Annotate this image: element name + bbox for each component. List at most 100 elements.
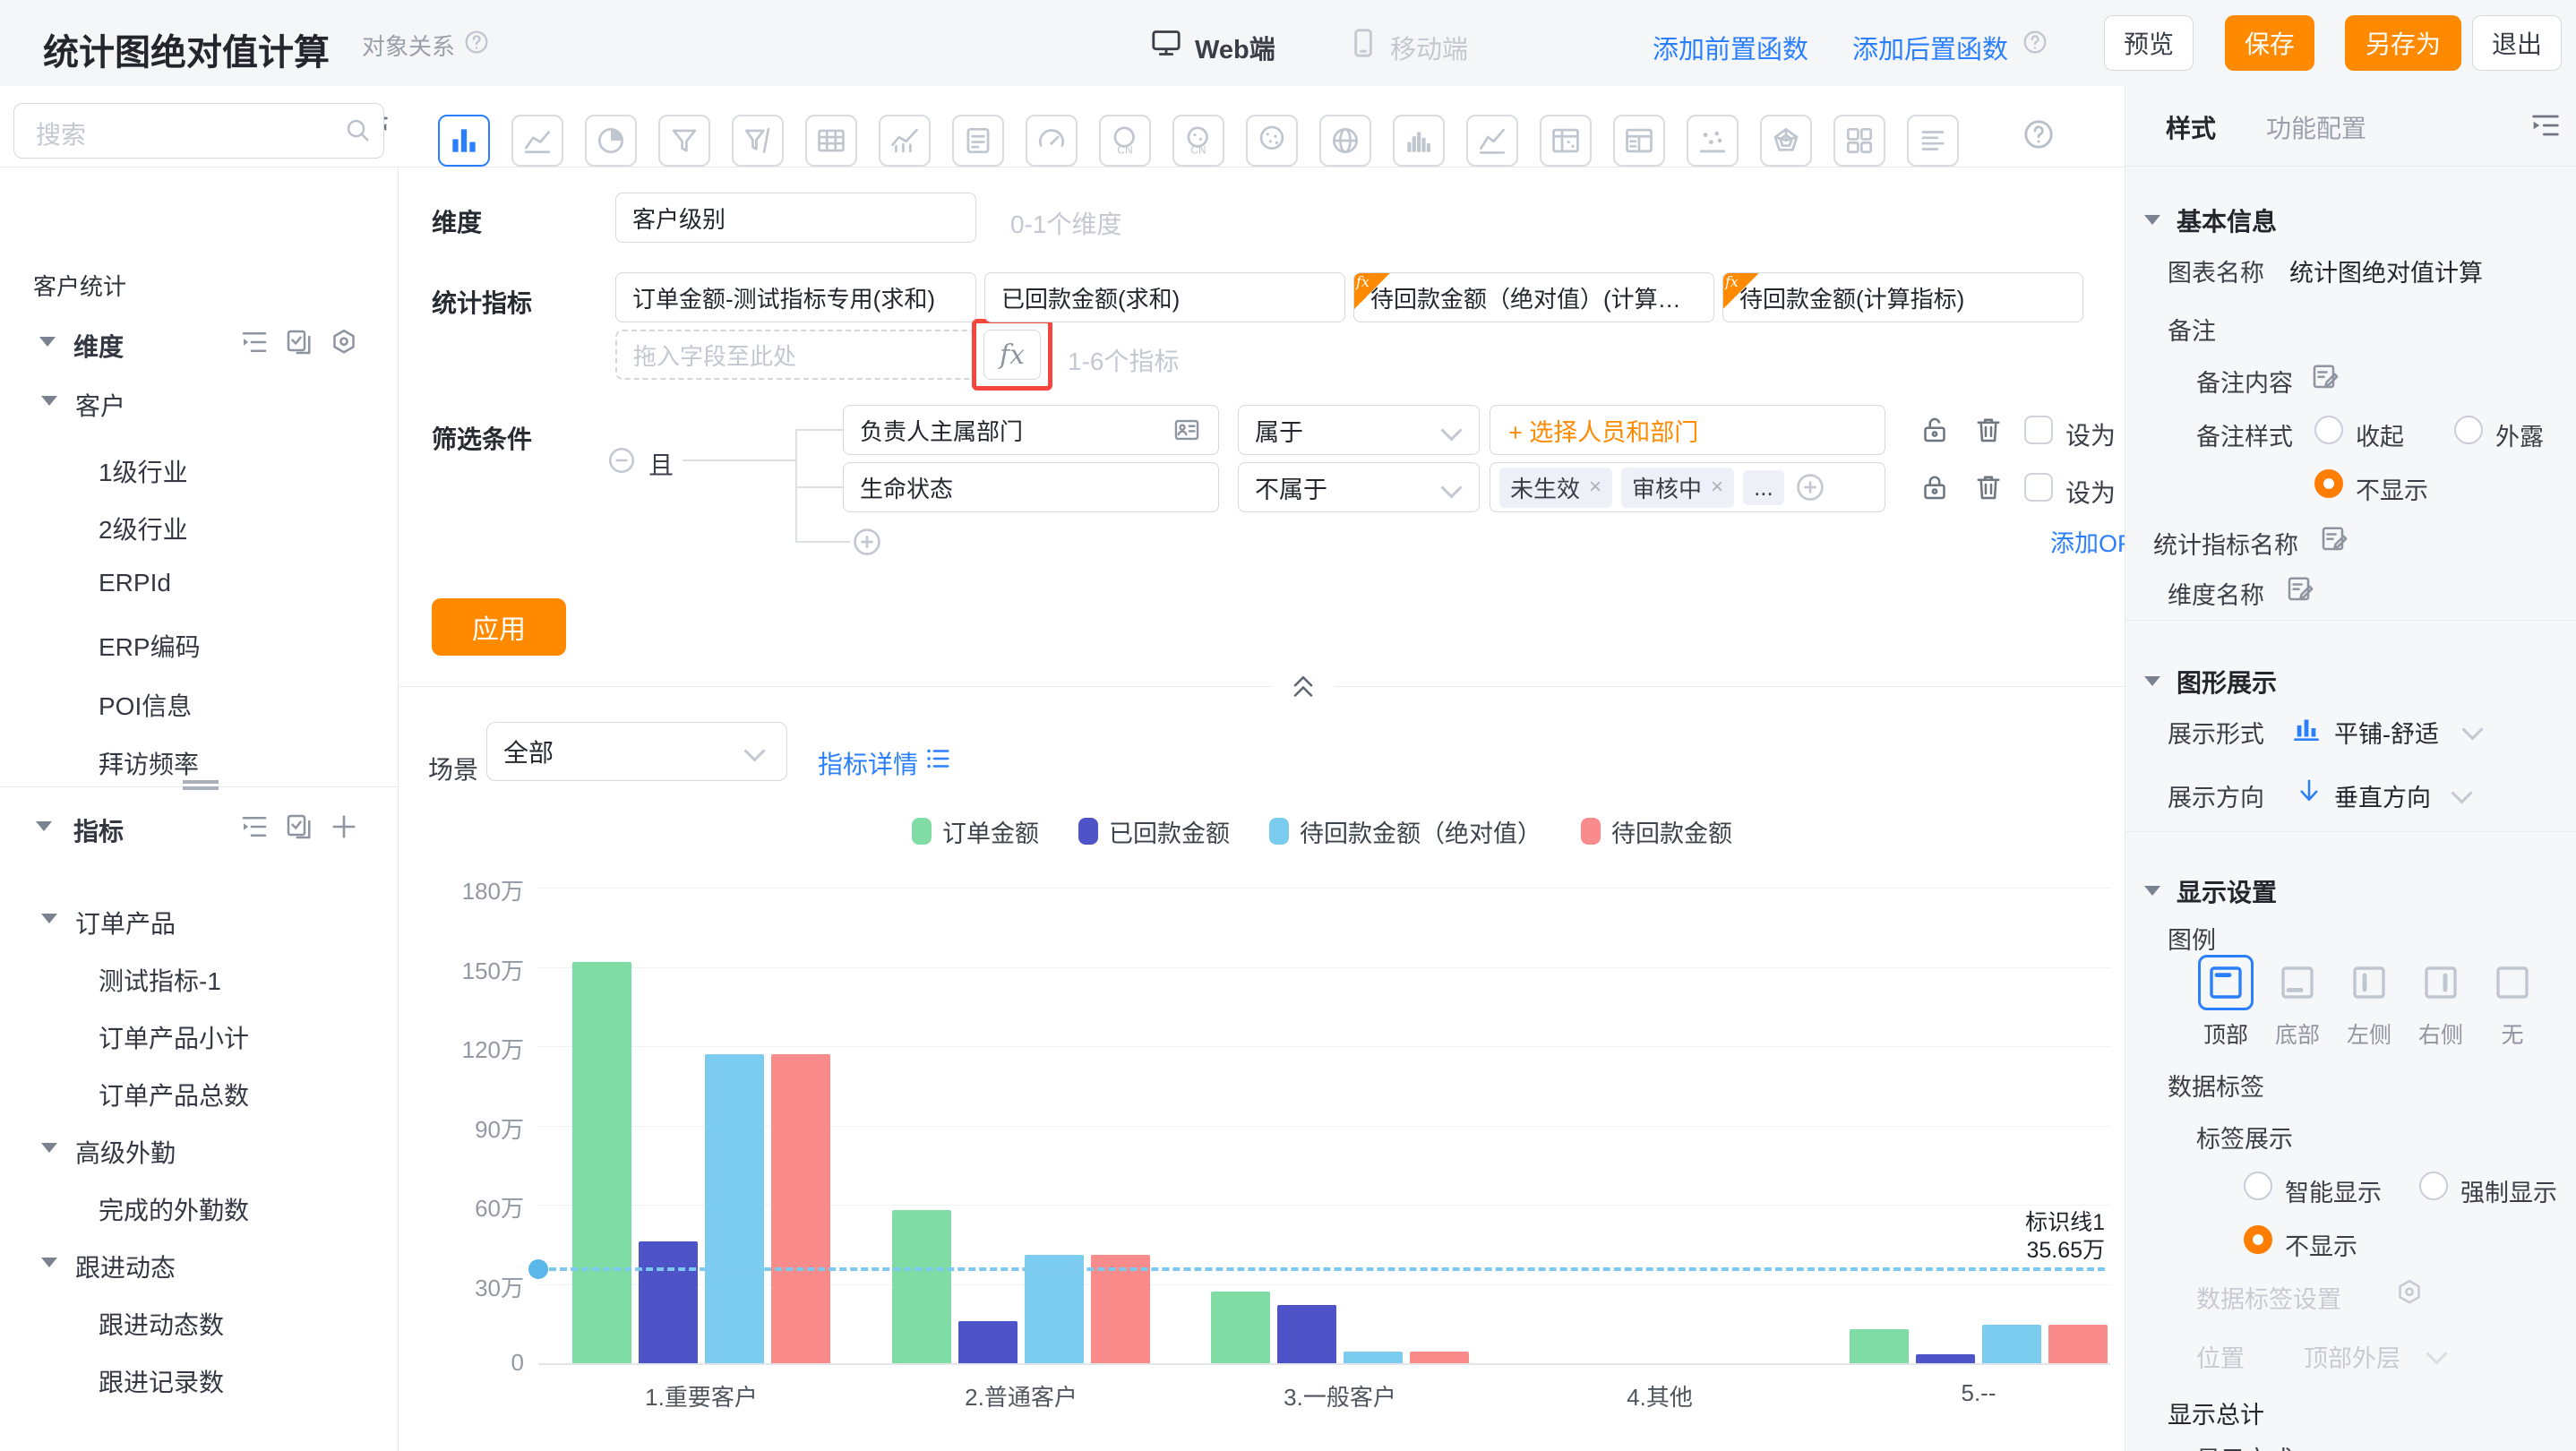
drag-handle[interactable] (183, 780, 219, 790)
tree-caret-icon[interactable] (41, 1143, 57, 1153)
filter-lock-icon[interactable] (1919, 471, 1951, 503)
web-view-toggle[interactable]: Web端 (1195, 29, 1275, 66)
tree-field-item[interactable]: 完成的外勤数 (99, 1191, 249, 1227)
legend-item[interactable]: 订单金额 (912, 814, 1039, 849)
tree-field-item[interactable]: POI信息 (99, 687, 192, 723)
chart-type-histogram-icon[interactable] (1393, 115, 1445, 167)
add-tag-icon[interactable] (1793, 470, 1827, 504)
legend-pos-顶部[interactable] (2198, 955, 2254, 1010)
bar-订单金额[interactable] (892, 1210, 951, 1363)
marker-line[interactable] (538, 1267, 2105, 1271)
display-form-value[interactable]: 平铺-舒适 (2334, 715, 2439, 750)
filter-value[interactable]: 未生效×审核中×... (1490, 462, 1885, 512)
settings-icon[interactable] (328, 326, 360, 358)
chart-type-area-chart-icon[interactable] (1466, 115, 1518, 167)
metric-chip[interactable]: 待回款金额（绝对值）(计算…fx (1353, 272, 1714, 322)
filter-delete-icon[interactable] (1972, 414, 2005, 446)
filter-delete-icon[interactable] (1972, 471, 2005, 503)
tree-caret-icon[interactable] (41, 914, 57, 923)
legend-pos-右侧[interactable] (2419, 961, 2462, 1004)
mobile-view-toggle[interactable]: 移动端 (1390, 29, 1468, 66)
metric-detail-icon[interactable] (923, 743, 953, 774)
bar-待回款金额[interactable] (2048, 1325, 2108, 1363)
filter-operator-select[interactable]: 属于 (1238, 405, 1480, 455)
metric-chip[interactable]: 订单金额-测试指标专用(求和) (615, 272, 976, 322)
tree-group-维度[interactable]: 维度 (73, 328, 124, 364)
chart-type-scatter-icon[interactable] (1687, 115, 1739, 167)
tree-field-item[interactable]: 2级行业 (99, 511, 188, 546)
tree-indent-icon[interactable] (238, 326, 270, 358)
legend-item[interactable]: 已回款金额 (1078, 814, 1230, 849)
chart-type-funnel-compare-icon[interactable] (732, 115, 784, 167)
panel-tab-style[interactable]: 样式 (2166, 109, 2216, 145)
tree-field-item[interactable]: ERP编码 (99, 628, 201, 664)
tree-caret-icon[interactable] (41, 396, 57, 406)
note-style-radio-收起[interactable] (2314, 416, 2343, 444)
chart-type-bar-chart-icon[interactable] (438, 115, 490, 167)
tree-field-item[interactable]: 测试指标-1 (99, 962, 221, 998)
bar-已回款金额[interactable] (958, 1321, 1018, 1363)
bar-已回款金额[interactable] (1277, 1305, 1336, 1363)
chart-type-list-view-icon[interactable] (1907, 115, 1959, 167)
metric-detail-link[interactable]: 指标详情 (818, 745, 918, 781)
metric-chip[interactable]: 已回款金额(求和) (984, 272, 1345, 322)
legend-item[interactable]: 待回款金额 (1581, 814, 1732, 849)
bar-已回款金额[interactable] (1916, 1354, 1975, 1363)
org-picker-icon[interactable] (1172, 415, 1202, 445)
tree-caret-icon[interactable] (39, 337, 56, 347)
filter-field[interactable]: 生命状态 (843, 462, 1219, 512)
metric-chip[interactable]: 待回款金额(计算指标)fx (1722, 272, 2083, 322)
remove-tag-icon[interactable]: × (1711, 475, 1723, 500)
chart-type-table-split-icon[interactable] (1613, 115, 1665, 167)
panel-tab-function[interactable]: 功能配置 (2266, 109, 2366, 145)
apply-button[interactable]: 应用 (432, 598, 566, 656)
label-display-radio-智能显示[interactable] (2244, 1172, 2272, 1200)
tree-field-item[interactable]: 跟进记录数 (99, 1363, 224, 1399)
note-style-radio-不显示[interactable] (2314, 469, 2343, 498)
chart-type-report-icon[interactable] (952, 115, 1004, 167)
help-icon[interactable] (462, 28, 491, 56)
dimension-chip[interactable]: 客户级别 (615, 193, 976, 243)
metric-drop-zone[interactable]: 拖入字段至此处 (615, 330, 976, 380)
chart-type-line-chart-icon[interactable] (511, 115, 563, 167)
tree-field-item[interactable]: 订单产品小计 (99, 1019, 249, 1055)
add-or-link[interactable]: 添加OR (2050, 524, 2135, 559)
more-tags-chip[interactable]: ... (1743, 470, 1784, 505)
display-section-caret-icon[interactable] (2144, 886, 2160, 896)
filter-set-as-checkbox[interactable] (2024, 416, 2053, 444)
tree-field-item[interactable]: 订单产品总数 (99, 1077, 249, 1112)
chart-type-map-globe-icon[interactable] (1319, 115, 1371, 167)
chart-type-candlestick-icon[interactable] (879, 115, 931, 167)
chart-type-map-world-icon[interactable] (1246, 115, 1298, 167)
tree-parent-客户[interactable]: 客户 (75, 387, 125, 423)
exit-button[interactable]: 退出 (2472, 15, 2562, 71)
tree-field-item[interactable]: ERPId (99, 569, 171, 597)
bar-订单金额[interactable] (1850, 1329, 1909, 1363)
note-content-edit-icon[interactable] (2309, 360, 2341, 392)
chart-type-funnel-icon[interactable] (658, 115, 710, 167)
filter-operator-select[interactable]: 不属于 (1238, 462, 1480, 512)
bar-待回款金额（绝对值）[interactable] (1982, 1325, 2041, 1363)
toolbar-help-icon[interactable] (2021, 116, 2057, 152)
batch-select-icon[interactable] (283, 811, 315, 843)
chart-type-map-china-bubble-icon[interactable]: CN (1172, 115, 1224, 167)
add-filter-row-icon[interactable] (850, 525, 884, 559)
note-style-radio-外露[interactable] (2454, 416, 2483, 444)
filter-field[interactable]: 负责人主属部门 (843, 405, 1219, 455)
add-post-function-link[interactable]: 添加后置函数 (1852, 29, 2008, 66)
label-display-radio-强制显示[interactable] (2419, 1172, 2448, 1200)
save-button[interactable]: 保存 (2225, 15, 2314, 71)
collapse-config-icon[interactable] (1287, 670, 1319, 702)
legend-pos-底部[interactable] (2276, 961, 2319, 1004)
tree-caret-icon[interactable] (41, 1258, 57, 1267)
tree-group-指标[interactable]: 指标 (73, 812, 124, 848)
tree-field-item[interactable]: 1级行业 (99, 453, 188, 489)
basic-section-caret-icon[interactable] (2144, 215, 2160, 225)
filter-value[interactable]: + 选择人员和部门 (1490, 405, 1885, 455)
chart-type-table-icon[interactable] (805, 115, 857, 167)
filter-set-as-checkbox[interactable] (2024, 473, 2053, 502)
chart-type-map-china-icon[interactable]: CN (1099, 115, 1151, 167)
tree-parent-高级外勤[interactable]: 高级外勤 (75, 1134, 176, 1170)
bar-待回款金额（绝对值）[interactable] (1344, 1352, 1403, 1363)
legend-pos-左侧[interactable] (2348, 961, 2391, 1004)
